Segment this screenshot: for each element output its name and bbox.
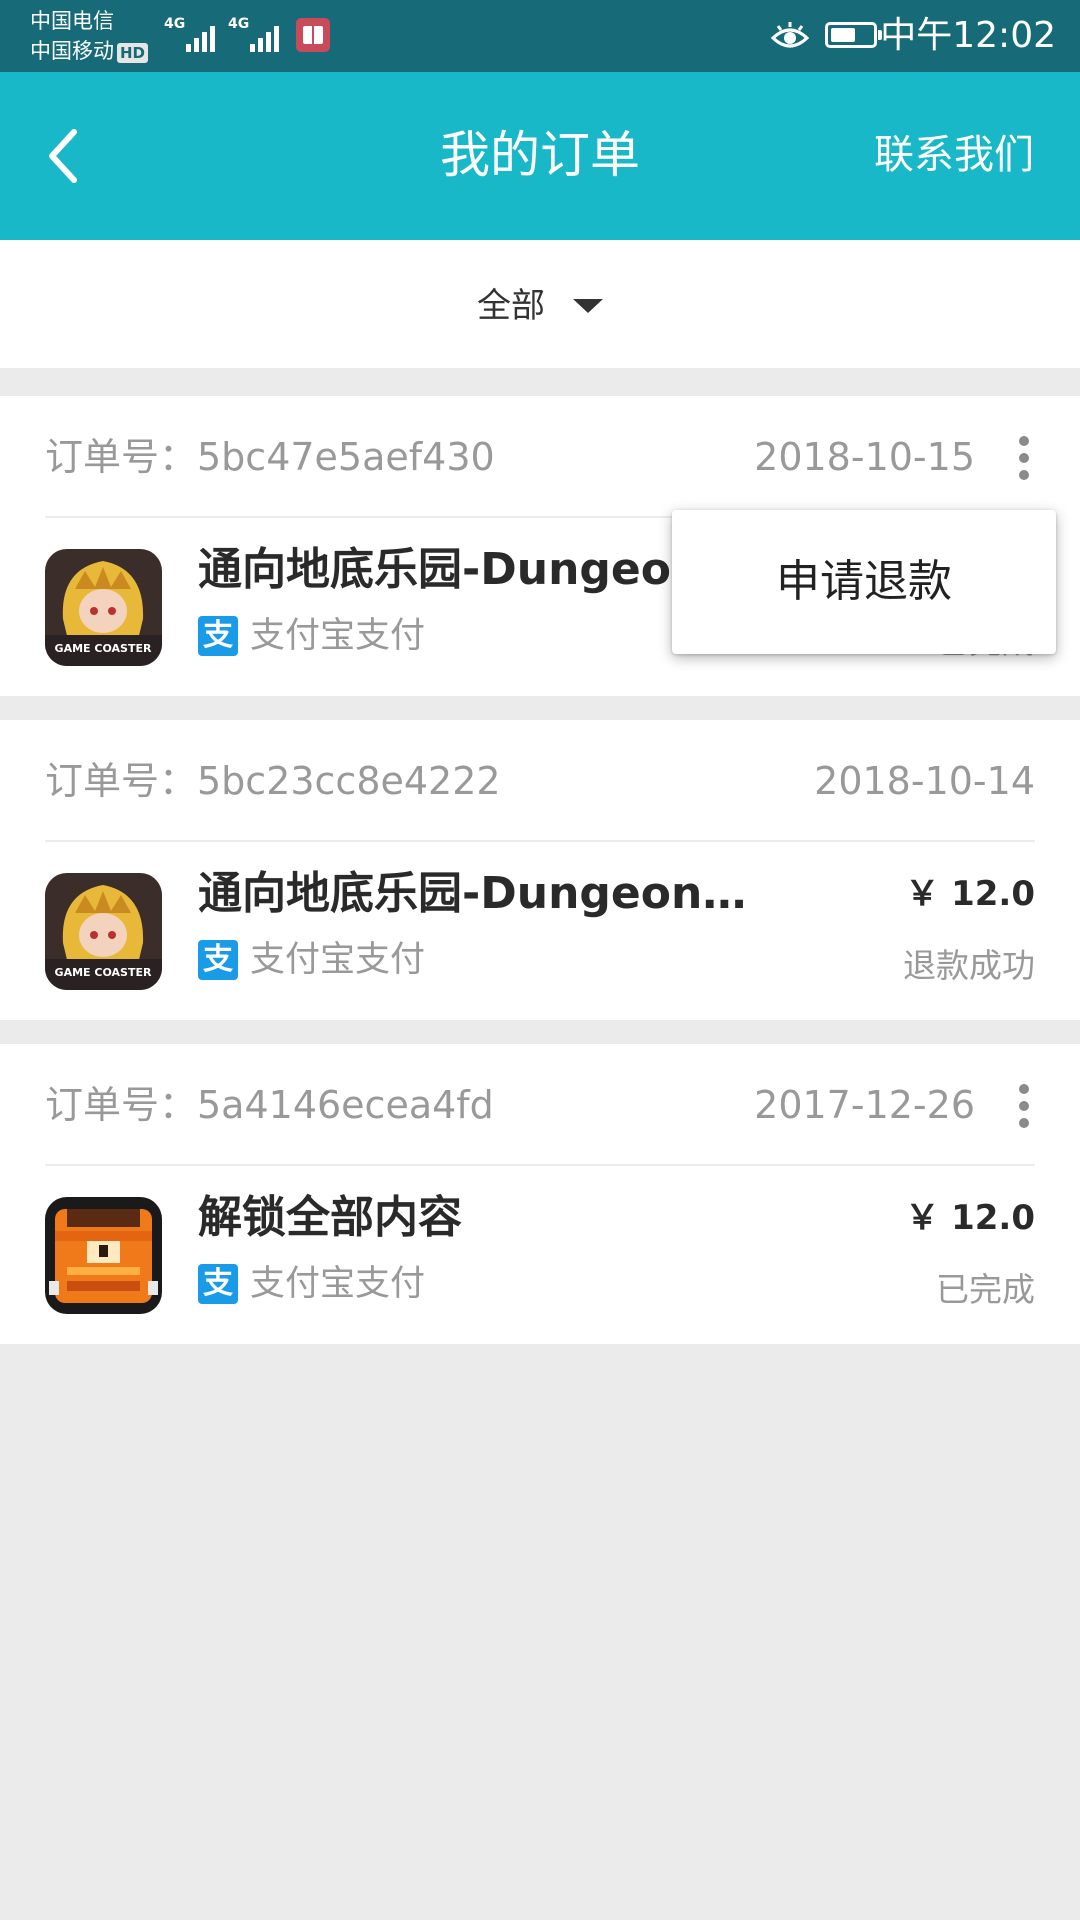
- order-status: 已完成: [936, 1270, 1035, 1309]
- alipay-icon: 支: [198, 1264, 238, 1304]
- battery-icon: [825, 22, 882, 48]
- caret-down-icon: [573, 298, 603, 313]
- book-notification-icon: [296, 18, 330, 52]
- hd-badge: HD: [117, 43, 149, 63]
- app-bar: 我的订单 联系我们: [0, 72, 1080, 240]
- carrier-2: 中国移动: [30, 39, 114, 63]
- order-card[interactable]: 订单号：5a4146ecea4fd 2017-12-26 解锁全部内容 支 支付…: [0, 1044, 1080, 1344]
- svg-text:GAME COASTER: GAME COASTER: [55, 966, 152, 979]
- carrier-1: 中国电信: [30, 9, 114, 33]
- network-type-2: 4G: [228, 16, 250, 32]
- order-status: 退款成功: [903, 946, 1035, 985]
- filter-dropdown[interactable]: 全部: [0, 286, 1080, 326]
- product-name: 解锁全部内容: [198, 1192, 462, 1243]
- order-header: 订单号：5bc23cc8e4222 2018-10-14: [45, 720, 1035, 842]
- filter-bar: 全部: [0, 240, 1080, 368]
- svg-text:GAME COASTER: GAME COASTER: [55, 642, 152, 655]
- payment-label: 支付宝支付: [250, 1264, 426, 1304]
- order-date: 2018-10-14: [814, 759, 1035, 803]
- order-price: ￥ 12.0: [905, 874, 1035, 914]
- order-options-menu: 申请退款: [672, 510, 1056, 654]
- order-number: 订单号：5a4146ecea4fd: [45, 1083, 494, 1127]
- contact-us-button[interactable]: 联系我们: [874, 130, 1034, 180]
- order-card[interactable]: 订单号：5bc23cc8e4222 2018-10-14 GAME COASTE…: [0, 720, 1080, 1020]
- carrier-2-row: 中国移动 HD: [30, 36, 149, 66]
- alipay-icon: 支: [198, 616, 238, 656]
- payment-label: 支付宝支付: [250, 940, 426, 980]
- more-vertical-icon[interactable]: [1019, 1084, 1029, 1128]
- filter-selected-label: 全部: [477, 286, 545, 326]
- eye-icon: [770, 22, 810, 48]
- orange-monster-icon: [45, 1197, 162, 1314]
- payment-label: 支付宝支付: [250, 616, 426, 656]
- status-bar: 中国电信 中国移动 HD 4G 4G 中午12:02: [0, 0, 1080, 72]
- order-date: 2017-12-26: [754, 1083, 975, 1127]
- network-type-1: 4G: [164, 16, 186, 32]
- order-number: 订单号：5bc47e5aef430: [45, 435, 495, 479]
- product-name: 通向地底乐园-Dungeon…: [198, 868, 747, 919]
- order-header: 订单号：5bc47e5aef430 2018-10-15: [45, 396, 1035, 518]
- signal-icon: 4G: [164, 16, 222, 52]
- clock: 中午12:02: [880, 15, 1056, 56]
- alipay-icon: 支: [198, 940, 238, 980]
- game-coaster-girl-icon: GAME COASTER: [45, 549, 162, 666]
- carrier-info: 中国电信 中国移动 HD: [30, 6, 149, 66]
- order-number: 订单号：5bc23cc8e4222: [45, 759, 501, 803]
- order-header: 订单号：5a4146ecea4fd 2017-12-26: [45, 1044, 1035, 1166]
- order-date: 2018-10-15: [754, 435, 975, 479]
- order-price: ￥ 12.0: [905, 1198, 1035, 1238]
- more-vertical-icon[interactable]: [1019, 436, 1029, 480]
- signal-icon-2: 4G: [228, 16, 286, 52]
- request-refund-menu-item[interactable]: 申请退款: [672, 552, 1056, 612]
- game-coaster-girl-icon: GAME COASTER: [45, 873, 162, 990]
